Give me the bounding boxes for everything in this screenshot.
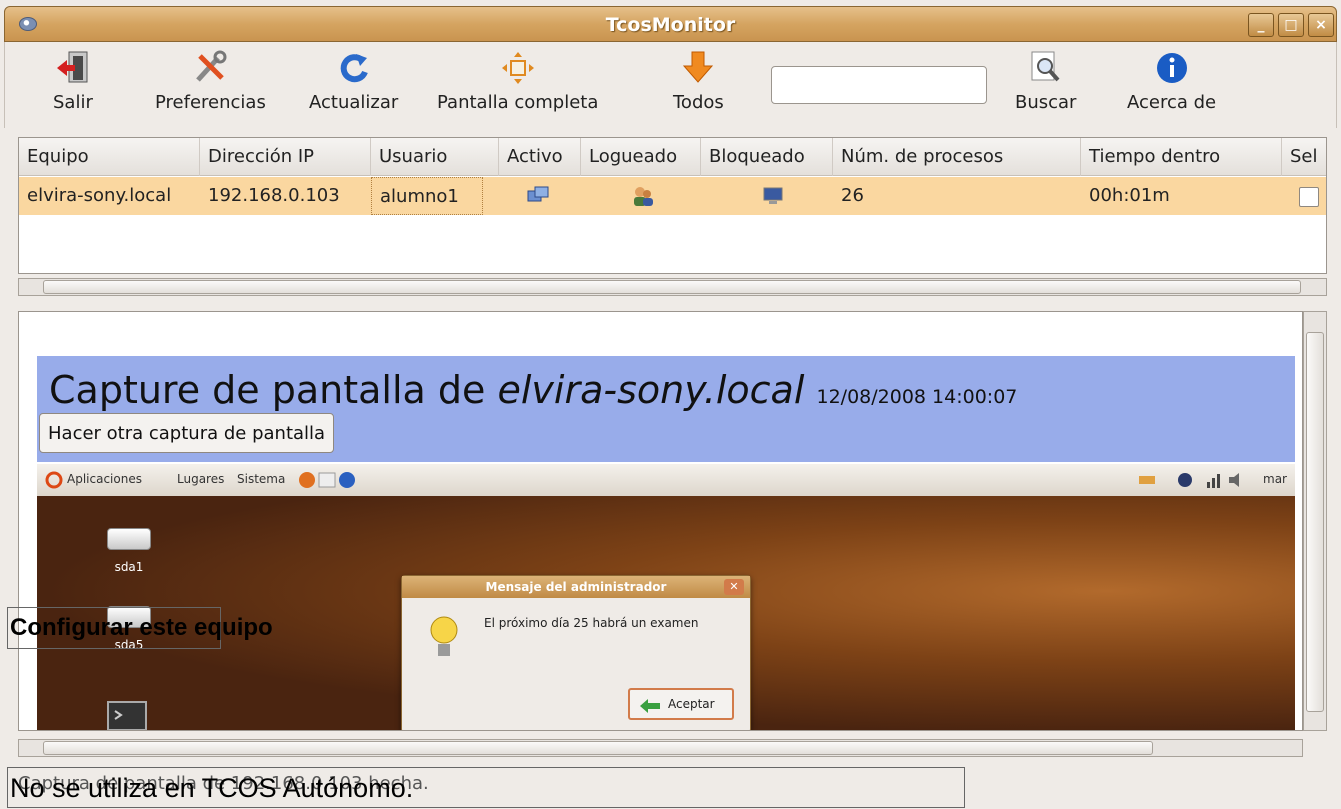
configure-host-label: Configurar este equipo — [7, 607, 273, 649]
tcos-note-label: No se utiliza en TCOS Autónomo. — [7, 767, 965, 808]
active-icon — [527, 186, 549, 202]
window-title: TcosMonitor — [605, 14, 736, 36]
acerca-de-label: Acerca de — [1127, 92, 1217, 113]
cell-user: alumno1 — [371, 177, 483, 215]
cell-ip: 192.168.0.103 — [208, 185, 340, 206]
buscar-label: Buscar — [1015, 92, 1077, 113]
panel-tray-icons — [1139, 473, 1239, 488]
screenshot-timestamp: 12/08/2008 14:00:07 — [816, 386, 1018, 408]
acerca-de-button[interactable]: Acerca de — [1127, 50, 1216, 113]
panel-launchers-icon — [299, 472, 355, 488]
cell-time: 00h:01m — [1089, 185, 1170, 206]
cell-processes: 26 — [841, 185, 864, 206]
salir-label: Salir — [53, 92, 93, 113]
search-input[interactable] — [771, 66, 987, 104]
unlocked-screen-icon — [763, 187, 783, 204]
preferencias-button[interactable]: Preferencias — [155, 50, 266, 113]
panel-clock: mar — [1263, 472, 1287, 486]
heading-prefix: Capture de pantalla de — [49, 368, 486, 412]
table-horizontal-scrollbar[interactable] — [18, 278, 1327, 296]
column-logueado[interactable]: Logueado — [581, 138, 701, 176]
actualizar-label: Actualizar — [309, 92, 399, 113]
column-tiempo[interactable]: Tiempo dentro — [1081, 138, 1282, 176]
arrow-down-icon — [683, 51, 714, 83]
tools-icon — [196, 50, 227, 82]
heading-host: elvira-sony.local — [497, 368, 805, 412]
cell-host: elvira-sony.local — [27, 185, 172, 206]
table-row[interactable]: elvira-sony.local 192.168.0.103 alumno1 … — [19, 177, 1326, 215]
pantalla-completa-button[interactable]: Pantalla completa — [437, 50, 598, 113]
fullscreen-icon — [501, 52, 534, 84]
todos-label: Todos — [673, 92, 724, 113]
dialog-message: El próximo día 25 habrá un examen — [484, 616, 699, 630]
desktop-icon-label: sda1 — [114, 560, 144, 574]
column-equipo[interactable]: Equipo — [19, 138, 200, 176]
column-bloqueado[interactable]: Bloqueado — [701, 138, 833, 176]
column-usuario[interactable]: Usuario — [371, 138, 499, 176]
gnome-panel: Aplicaciones Lugares Sistema mar — [37, 464, 1295, 496]
screenshot-heading: Capture de pantalla de elvira-sony.local… — [49, 368, 1017, 412]
title-bar: TcosMonitor _ □ × — [4, 6, 1337, 42]
logged-user-icon — [634, 187, 653, 206]
dialog-accept-button: Aceptar — [628, 688, 734, 720]
panel-menu-aplicaciones: Aplicaciones — [67, 472, 142, 486]
actualizar-button[interactable]: Actualizar — [309, 50, 398, 113]
pane-vertical-scrollbar[interactable] — [1303, 311, 1327, 731]
hosts-table: Equipo Dirección IP Usuario Activo Logue… — [18, 137, 1327, 274]
lightbulb-icon — [430, 616, 458, 656]
desktop-icon-sda1: sda1 — [99, 528, 159, 574]
accept-arrow-icon — [640, 699, 660, 713]
column-ip[interactable]: Dirección IP — [200, 138, 371, 176]
buscar-button[interactable]: Buscar — [1015, 50, 1076, 113]
panel-menu-lugares: Lugares — [177, 472, 225, 486]
column-activo[interactable]: Activo — [499, 138, 581, 176]
todos-button[interactable]: Todos — [673, 50, 724, 113]
ubuntu-logo-icon — [45, 471, 63, 489]
screenshot-pane: Capture de pantalla de elvira-sony.local… — [18, 311, 1303, 731]
drive-icon — [107, 528, 151, 550]
dialog-accept-label: Aceptar — [668, 697, 715, 711]
admin-message-dialog: Mensaje del administrador ✕ El próximo d… — [401, 575, 751, 730]
refresh-icon — [340, 54, 368, 83]
select-checkbox[interactable] — [1299, 187, 1319, 207]
close-button[interactable]: × — [1308, 13, 1334, 37]
info-icon — [1156, 53, 1187, 83]
dialog-title: Mensaje del administrador — [402, 576, 750, 598]
table-header: Equipo Dirección IP Usuario Activo Logue… — [19, 138, 1326, 176]
remote-desktop-image: Aplicaciones Lugares Sistema mar sda1 sd… — [37, 464, 1295, 730]
panel-menu-sistema: Sistema — [237, 472, 286, 486]
minimize-button[interactable]: _ — [1248, 13, 1274, 37]
toolbar: Salir Preferencias Actualizar Pantalla c… — [4, 42, 1337, 128]
exit-icon — [56, 51, 88, 83]
retake-screenshot-button[interactable]: Hacer otra captura de pantalla — [39, 413, 335, 453]
preferencias-label: Preferencias — [155, 92, 266, 113]
column-procesos[interactable]: Núm. de procesos — [833, 138, 1081, 176]
maximize-button[interactable]: □ — [1278, 13, 1304, 37]
screenshot-banner: Capture de pantalla de elvira-sony.local… — [37, 356, 1295, 462]
terminal-icon — [107, 701, 147, 730]
dialog-close-icon: ✕ — [724, 579, 744, 595]
pantalla-completa-label: Pantalla completa — [437, 92, 599, 113]
salir-button[interactable]: Salir — [53, 50, 93, 113]
search-icon — [1031, 51, 1060, 82]
pane-horizontal-scrollbar[interactable] — [18, 739, 1303, 757]
column-sel[interactable]: Sel — [1282, 138, 1326, 176]
